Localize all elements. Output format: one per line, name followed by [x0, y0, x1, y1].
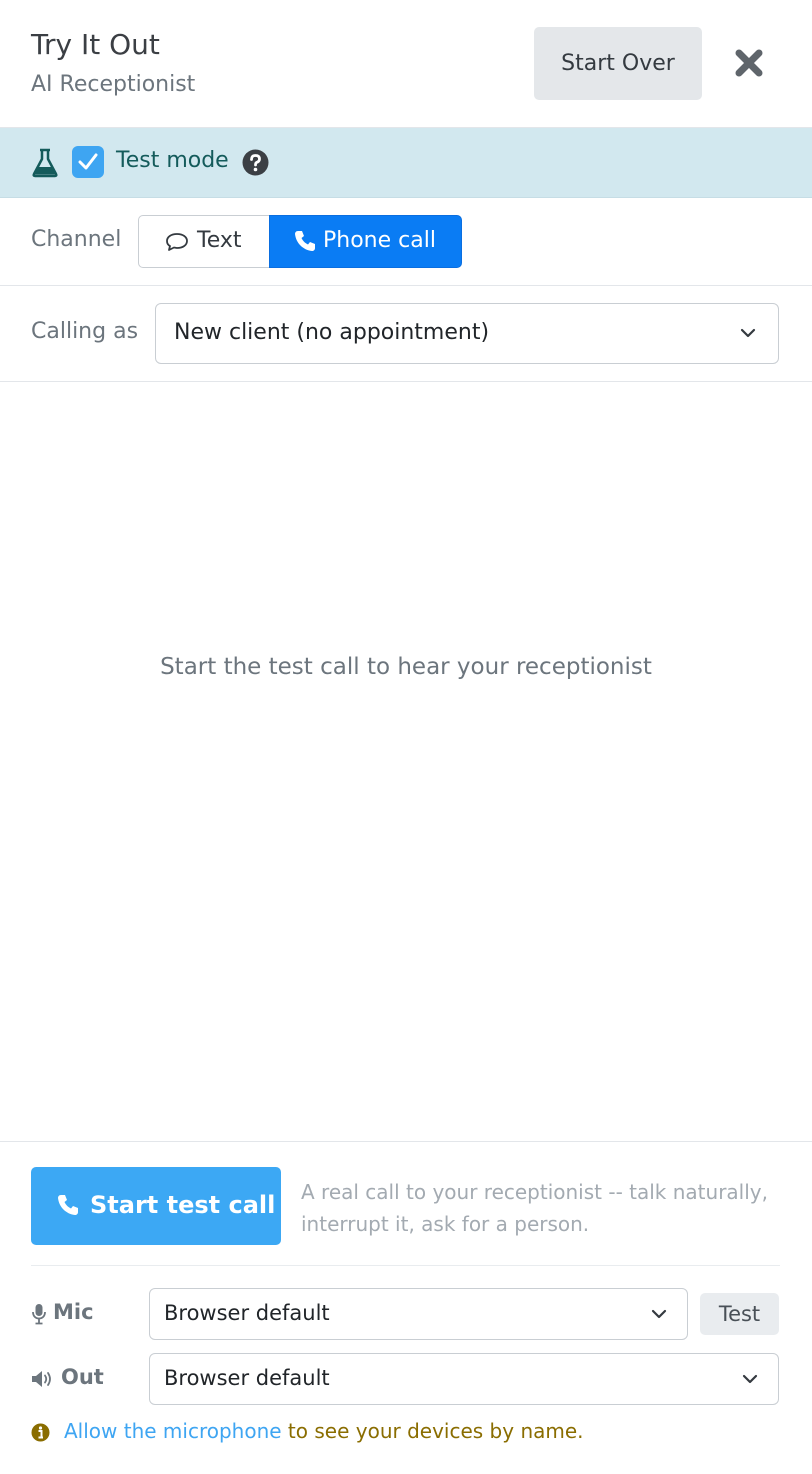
mic-label: Mic	[31, 1300, 131, 1328]
page-subtitle: AI Receptionist	[31, 72, 196, 97]
mic-label-text: Mic	[53, 1300, 94, 1324]
test-mode-checkbox[interactable]	[72, 146, 104, 178]
out-label-text: Out	[61, 1365, 104, 1389]
start-test-call-button[interactable]: Start test call	[31, 1167, 281, 1245]
start-test-call-label: Start test call	[90, 1191, 276, 1219]
calling-as-select[interactable]: New client (no appointment)	[155, 303, 779, 364]
mic-select[interactable]: Browser default	[149, 1288, 688, 1340]
start-over-button[interactable]: Start Over	[534, 27, 702, 100]
page-title: Try It Out	[31, 28, 160, 61]
test-mode-label: Test mode	[116, 148, 229, 173]
mic-select-value: Browser default	[164, 1301, 330, 1325]
calling-as-label: Calling as	[31, 319, 139, 344]
flask-icon	[32, 148, 58, 178]
divider	[31, 1265, 780, 1266]
out-select[interactable]: Browser default	[149, 1353, 779, 1405]
channel-phone-option[interactable]: Phone call	[269, 215, 462, 268]
channel-text-label: Text	[197, 228, 242, 253]
mic-test-button[interactable]: Test	[700, 1293, 779, 1335]
divider	[0, 1141, 812, 1142]
speaker-icon	[32, 1371, 51, 1387]
help-icon[interactable]	[242, 149, 269, 176]
empty-state-message: Start the test call to hear your recepti…	[160, 654, 652, 680]
call-hint-text: A real call to your receptionist -- talk…	[301, 1180, 768, 1236]
chevron-down-icon	[742, 1374, 758, 1384]
chevron-down-icon	[651, 1309, 667, 1319]
channel-phone-label: Phone call	[323, 228, 436, 253]
close-icon[interactable]	[731, 45, 767, 81]
out-label: Out	[31, 1365, 131, 1393]
speech-bubble-icon	[166, 233, 188, 251]
chevron-down-icon	[740, 328, 756, 338]
calling-as-value: New client (no appointment)	[174, 320, 490, 345]
info-icon	[31, 1423, 50, 1442]
allow-microphone-link[interactable]: Allow the microphone	[64, 1419, 282, 1443]
notice-text: to see your devices by name.	[281, 1419, 584, 1443]
microphone-icon	[32, 1304, 46, 1325]
microphone-permission-notice: Allow the microphone to see your devices…	[64, 1419, 584, 1443]
phone-icon	[58, 1195, 78, 1215]
channel-label: Channel	[31, 227, 122, 252]
phone-icon	[295, 231, 315, 251]
channel-text-option[interactable]: Text	[138, 215, 270, 268]
out-select-value: Browser default	[164, 1366, 330, 1390]
